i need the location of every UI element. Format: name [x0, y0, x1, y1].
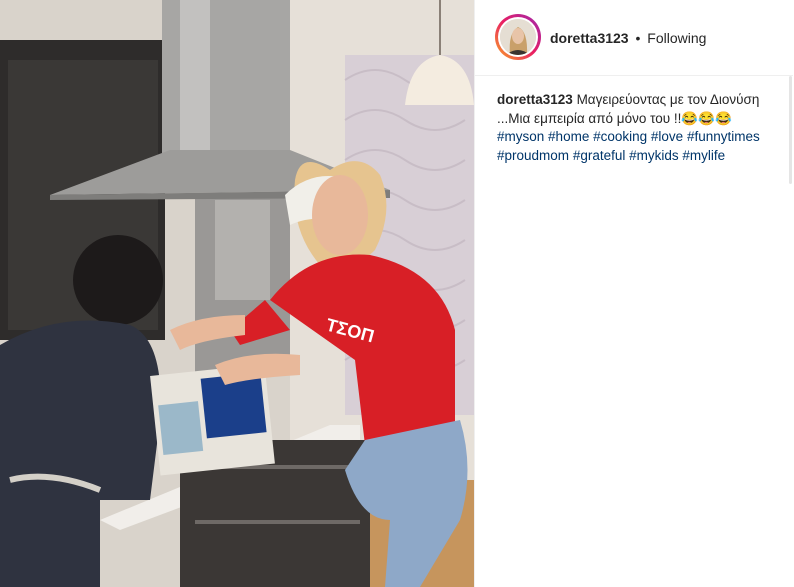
hashtag-link[interactable]: #funnytimes [687, 129, 760, 144]
hashtag-link[interactable]: #myson [497, 129, 544, 144]
avatar-image [500, 19, 536, 55]
hashtag-link[interactable]: #mylife [682, 148, 725, 163]
comments-scrollbar[interactable] [789, 76, 792, 184]
avatar[interactable] [495, 14, 541, 60]
header-separator: • [635, 30, 641, 46]
post-caption: doretta3123 Μαγειρεύοντας με τον Διονύση… [497, 91, 773, 165]
hashtag-link[interactable]: #mykids [629, 148, 679, 163]
hashtag-link[interactable]: #proudmom [497, 148, 569, 163]
post-photo[interactable]: ΤΣΟΠ [0, 0, 474, 587]
hashtag-link[interactable]: #home [548, 129, 589, 144]
post-header: doretta3123 • Following [475, 0, 793, 76]
username-link[interactable]: doretta3123 [550, 30, 629, 46]
profile-photo-icon [500, 19, 536, 55]
caption-username-link[interactable]: doretta3123 [497, 92, 573, 107]
hashtag-link[interactable]: #grateful [573, 148, 626, 163]
avatar-ring [498, 17, 538, 57]
post-side-panel: doretta3123 • Following doretta3123 Μαγε… [474, 0, 794, 587]
hashtag-link[interactable]: #love [651, 129, 683, 144]
hashtag-link[interactable]: #cooking [593, 129, 647, 144]
following-button[interactable]: Following [647, 30, 706, 46]
header-user-line: doretta3123 • Following [550, 30, 706, 46]
